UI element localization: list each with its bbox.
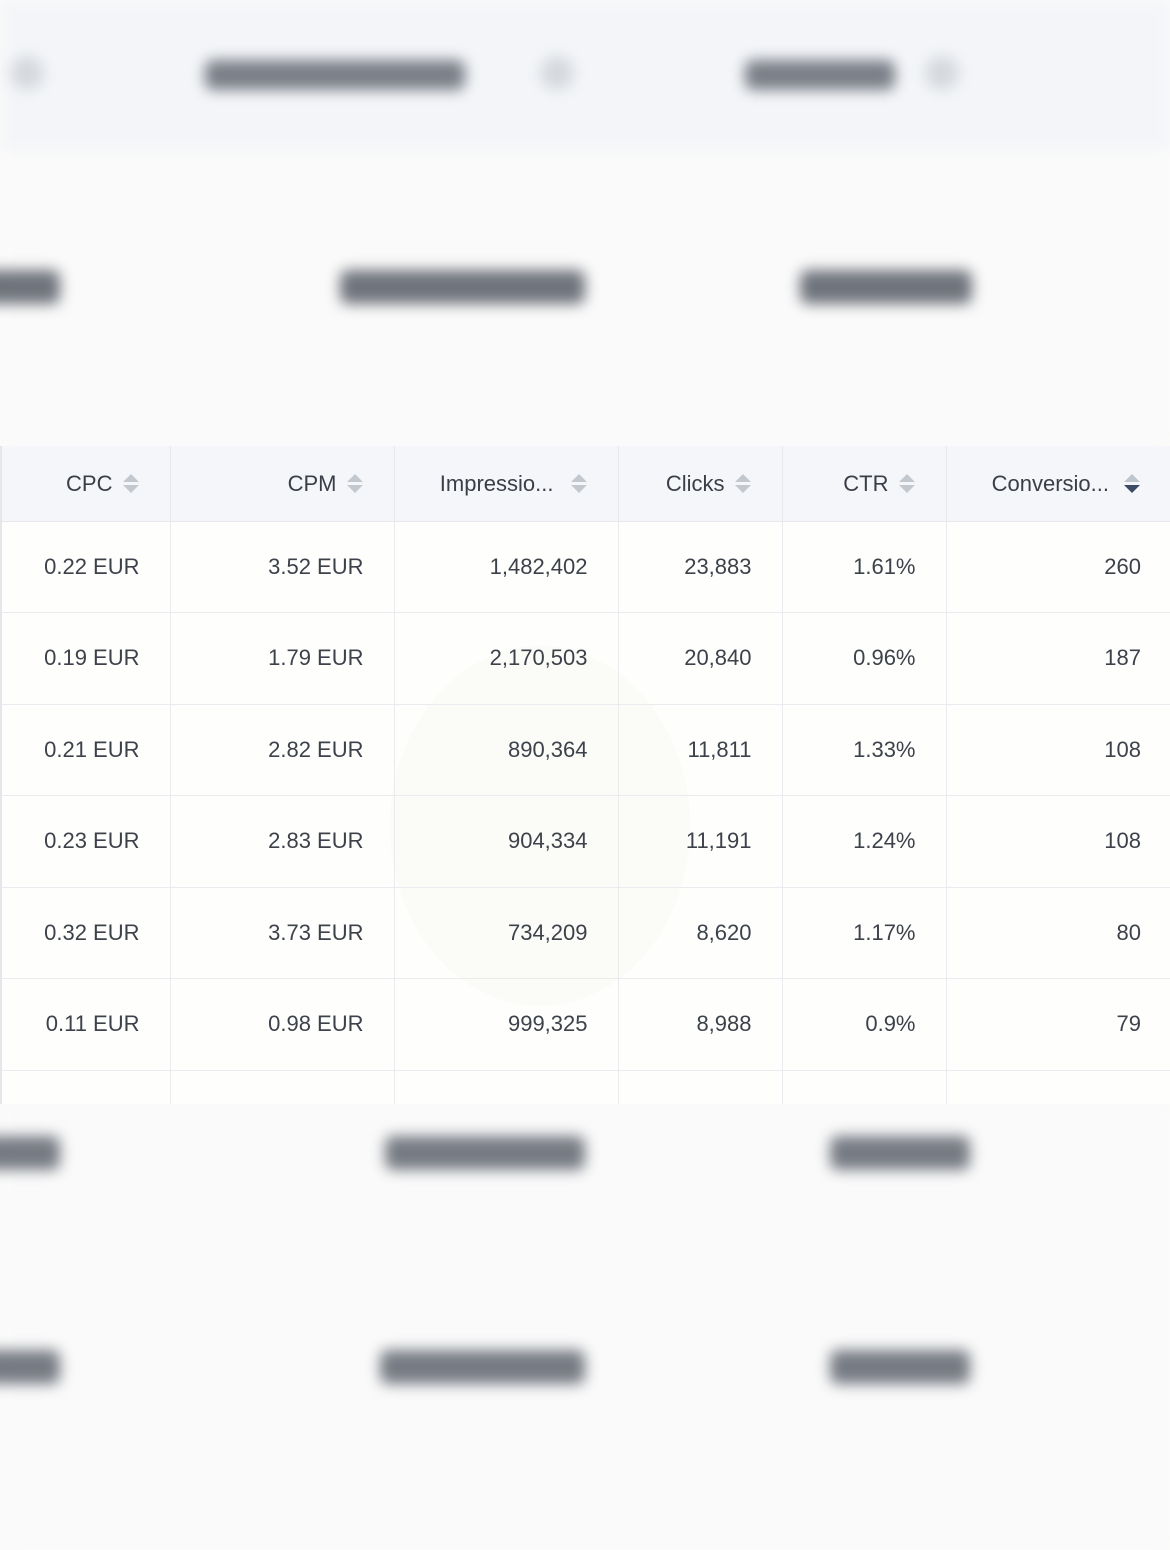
column-header-label: CPM <box>287 470 337 496</box>
cell-impressions: 999,325 <box>393 978 618 1071</box>
cell-cpc: 0.32 EUR <box>0 887 170 979</box>
cell-impressions: 1,482,402 <box>393 521 618 613</box>
cell-cpc: 0.22 EUR <box>0 521 170 613</box>
cell-clicks: 11,191 <box>617 795 782 888</box>
blurred-sort-icon <box>10 56 44 90</box>
blurred-background-top <box>0 0 1170 446</box>
table-row: 0.21 EUR 2.82 EUR 890,364 11,811 1.33% 1… <box>0 704 1170 796</box>
cell-impressions <box>393 1070 618 1104</box>
cell-clicks: 11,811 <box>617 704 782 796</box>
cell-cpm: 1.79 EUR <box>169 612 394 705</box>
cell-ctr: 1.17% <box>781 887 946 979</box>
sort-icon[interactable] <box>346 473 364 495</box>
table-row: 0.23 EUR 2.83 EUR 904,334 11,191 1.24% 1… <box>0 795 1170 888</box>
column-header-clicks[interactable]: Clicks <box>617 446 782 522</box>
cell-clicks: 20,840 <box>617 612 782 705</box>
cell-cpc <box>0 1070 170 1104</box>
column-header-label: Impressio... <box>439 470 554 496</box>
column-header-label: CTR <box>843 470 889 496</box>
cell-impressions: 2,170,503 <box>393 612 618 705</box>
table-row-partial <box>0 1070 1170 1104</box>
cell-impressions: 890,364 <box>393 704 618 796</box>
blurred-header-row <box>0 0 1170 150</box>
cell-cpm <box>169 1070 394 1104</box>
cell-cpm: 3.52 EUR <box>169 521 394 613</box>
cell-clicks <box>617 1070 782 1104</box>
column-header-conversions[interactable]: Conversio... <box>945 446 1170 522</box>
cell-ctr: 1.61% <box>781 521 946 613</box>
cell-clicks: 23,883 <box>617 521 782 613</box>
table-header-row: CPC CPM Impressio... Clicks CTR Conversi… <box>0 446 1170 522</box>
cell-conversions: 260 <box>945 521 1170 613</box>
sort-icon[interactable] <box>734 473 752 495</box>
cell-conversions <box>945 1070 1170 1104</box>
column-header-label: CPC <box>66 470 113 496</box>
blurred-cell <box>0 1350 60 1384</box>
blurred-cell <box>830 1350 970 1384</box>
cell-cpc: 0.23 EUR <box>0 795 170 888</box>
metrics-table: CPC CPM Impressio... Clicks CTR Conversi… <box>0 446 1170 1104</box>
cell-ctr: 0.96% <box>781 612 946 705</box>
sort-icon[interactable] <box>122 473 140 495</box>
sort-descending-icon[interactable] <box>1123 473 1141 495</box>
cell-cpm: 0.98 EUR <box>169 978 394 1071</box>
cell-ctr: 1.33% <box>781 704 946 796</box>
table-row: 0.32 EUR 3.73 EUR 734,209 8,620 1.17% 80 <box>0 887 1170 979</box>
cell-cpm: 2.83 EUR <box>169 795 394 888</box>
cell-ctr: 0.9% <box>781 978 946 1071</box>
cell-conversions: 79 <box>945 978 1170 1071</box>
table-row: 0.22 EUR 3.52 EUR 1,482,402 23,883 1.61%… <box>0 521 1170 613</box>
column-header-cpm[interactable]: CPM <box>169 446 394 522</box>
cell-impressions: 904,334 <box>393 795 618 888</box>
cell-clicks: 8,620 <box>617 887 782 979</box>
blurred-cell <box>340 270 585 304</box>
cell-conversions: 80 <box>945 887 1170 979</box>
column-header-ctr[interactable]: CTR <box>781 446 946 522</box>
cell-conversions: 187 <box>945 612 1170 705</box>
blurred-cell <box>0 1136 60 1170</box>
sort-icon[interactable] <box>898 473 916 495</box>
blurred-cell <box>385 1136 585 1170</box>
cell-clicks: 8,988 <box>617 978 782 1071</box>
cell-cpm: 3.73 EUR <box>169 887 394 979</box>
blurred-header-label <box>205 60 465 90</box>
blurred-cell <box>800 270 972 304</box>
cell-conversions: 108 <box>945 795 1170 888</box>
cell-cpm: 2.82 EUR <box>169 704 394 796</box>
column-header-label: Conversio... <box>991 470 1109 496</box>
cell-conversions: 108 <box>945 704 1170 796</box>
column-header-impressions[interactable]: Impressio... <box>393 446 618 522</box>
blurred-header-label <box>745 60 895 90</box>
table-row: 0.19 EUR 1.79 EUR 2,170,503 20,840 0.96%… <box>0 612 1170 705</box>
cell-impressions: 734,209 <box>393 887 618 979</box>
column-header-cpc[interactable]: CPC <box>0 446 170 522</box>
sort-icon[interactable] <box>570 473 588 495</box>
blurred-cell <box>830 1136 970 1170</box>
blurred-cell <box>0 270 60 304</box>
cell-cpc: 0.19 EUR <box>0 612 170 705</box>
cell-cpc: 0.11 EUR <box>0 978 170 1071</box>
cell-cpc: 0.21 EUR <box>0 704 170 796</box>
cell-ctr <box>781 1070 946 1104</box>
column-header-label: Clicks <box>665 470 725 496</box>
metrics-table-region: CPC CPM Impressio... Clicks CTR Conversi… <box>0 446 1170 1104</box>
blurred-sort-icon <box>925 56 959 90</box>
table-row: 0.11 EUR 0.98 EUR 999,325 8,988 0.9% 79 <box>0 978 1170 1071</box>
blurred-cell <box>380 1350 585 1384</box>
blurred-background-bottom <box>0 1104 1170 1550</box>
blurred-sort-icon <box>540 56 574 90</box>
cell-ctr: 1.24% <box>781 795 946 888</box>
